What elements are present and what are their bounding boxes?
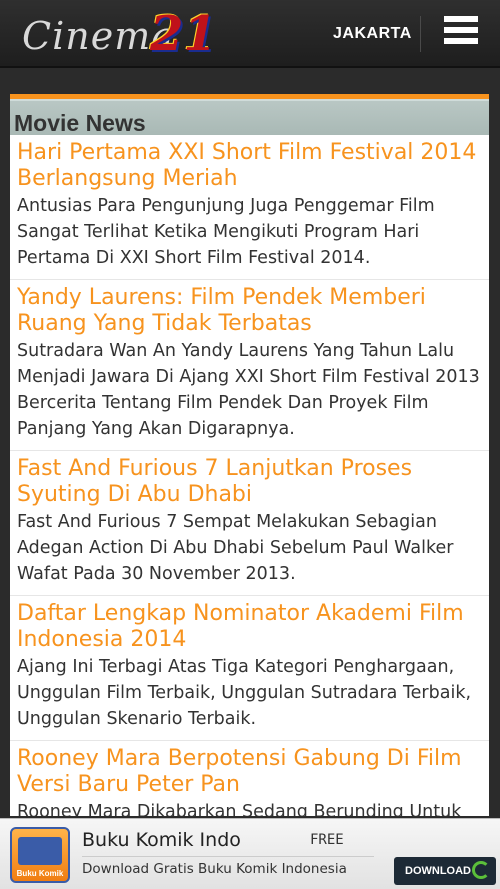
refresh-icon	[472, 861, 490, 879]
ad-divider	[82, 856, 374, 857]
news-item[interactable]: Rooney Mara Berpotensi Gabung Di Film Ve…	[10, 741, 489, 816]
news-item[interactable]: Daftar Lengkap Nominator Akademi Film In…	[10, 596, 489, 741]
news-description: Antusias Para Pengunjung Juga Penggemar …	[17, 196, 435, 268]
download-button[interactable]: DOWNLOAD	[394, 857, 496, 885]
news-description: Fast And Furious 7 Sempat Melakukan Seba…	[17, 512, 454, 584]
news-title[interactable]: Hari Pertama XXI Short Film Festival 201…	[17, 140, 483, 192]
ad-title: Buku Komik Indo	[82, 829, 241, 851]
header-divider	[420, 16, 421, 52]
top-bar: Cinema 21 JAKARTA	[0, 0, 500, 68]
news-description: Rooney Mara Dikabarkan Sedang Berunding …	[17, 802, 462, 816]
news-description: Sutradara Wan An Yandy Laurens Yang Tahu…	[17, 341, 480, 439]
book-icon	[18, 837, 62, 865]
news-title[interactable]: Fast And Furious 7 Lanjutkan Proses Syut…	[17, 456, 483, 508]
ad-icon-label: Buku Komik	[16, 869, 64, 878]
news-item[interactable]: Yandy Laurens: Film Pendek Memberi Ruang…	[10, 280, 489, 451]
ad-banner[interactable]: Buku Komik Buku Komik Indo FREE Download…	[0, 818, 500, 889]
hamburger-menu-icon[interactable]	[444, 16, 478, 52]
download-button-label: DOWNLOAD	[405, 865, 471, 877]
news-description: Ajang Ini Terbagi Atas Tiga Kategori Pen…	[17, 657, 472, 729]
free-badge: FREE	[310, 832, 344, 848]
news-item[interactable]: Hari Pertama XXI Short Film Festival 201…	[10, 135, 489, 280]
news-title[interactable]: Yandy Laurens: Film Pendek Memberi Ruang…	[17, 285, 483, 337]
city-selector[interactable]: JAKARTA	[333, 25, 412, 43]
news-title[interactable]: Rooney Mara Berpotensi Gabung Di Film Ve…	[17, 746, 483, 798]
section-title: Movie News	[10, 99, 489, 136]
news-title[interactable]: Daftar Lengkap Nominator Akademi Film In…	[17, 601, 483, 653]
logo-number: 21	[150, 6, 217, 62]
comic-app-icon: Buku Komik	[10, 827, 70, 883]
news-panel: Movie News Hari Pertama XXI Short Film F…	[10, 94, 489, 816]
news-item[interactable]: Fast And Furious 7 Lanjutkan Proses Syut…	[10, 451, 489, 596]
ad-subtitle: Download Gratis Buku Komik Indonesia	[82, 861, 347, 877]
